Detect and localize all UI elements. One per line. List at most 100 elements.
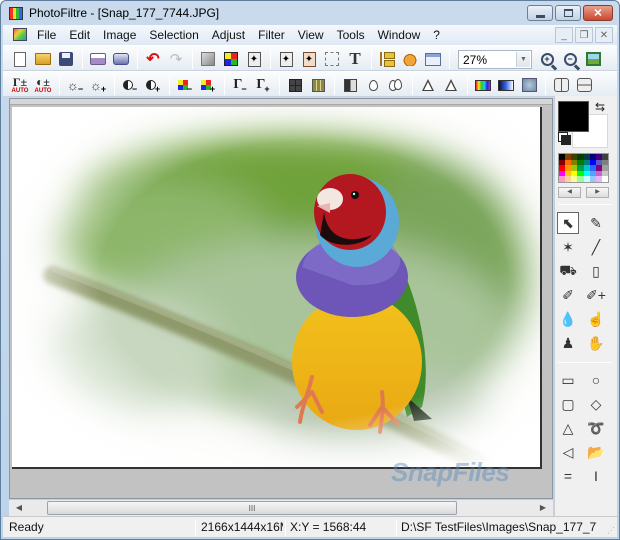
document-system-menu-icon[interactable] [13,28,27,41]
menu-selection[interactable]: Selection [149,28,198,42]
select-tool-button[interactable]: ⬉ [557,212,579,234]
color-swatch[interactable] [601,176,608,182]
auto-levels-button[interactable]: Γ± AUTO [9,75,31,95]
zoom-level-select[interactable]: 27% ▼ [458,49,532,69]
blur-button[interactable] [362,75,384,95]
maximize-button[interactable] [555,5,581,21]
hand-tool-button[interactable]: ✋ [585,332,607,354]
line-tool-button[interactable]: ╱ [585,236,607,258]
automation-button[interactable]: ✦ [243,49,265,69]
load-shape-button[interactable]: 📂 [585,441,607,463]
save-button[interactable] [55,49,77,69]
saturation-minus-button[interactable]: − [174,75,196,95]
ellipse-shape-button[interactable]: ○ [585,369,607,391]
menu-window[interactable]: Window [378,28,421,42]
swap-colors-icon[interactable]: ⇆ [595,100,605,114]
minimize-button[interactable] [527,5,553,21]
redo-button[interactable]: ↷ [165,49,187,69]
rectangle-shape-button[interactable]: ▭ [557,369,579,391]
sharpen-button[interactable] [417,75,439,95]
rounded-rect-shape-button[interactable]: ▢ [557,393,579,415]
menu-edit[interactable]: Edit [69,28,90,42]
image-frame-button[interactable]: ✦ [298,49,320,69]
ellipse-shape-icon: ○ [591,372,601,388]
menu-tools[interactable]: Tools [337,28,365,42]
foreground-color-swatch[interactable] [558,101,589,132]
undo-button[interactable]: ↶ [142,49,164,69]
palette-next-button[interactable]: ▶ [586,187,609,198]
resize-grip-icon[interactable]: ⋰ [607,526,615,535]
main-toolbar: ↶ ↷ ✦ ✦ ✦ T 27% ▼ + − [3,45,617,71]
mosaic-filter-button[interactable] [307,75,329,95]
brush-tool-button[interactable]: ✐ [557,284,579,306]
menu-image[interactable]: Image [103,28,136,42]
scroll-right-arrow-icon[interactable]: ▶ [535,501,551,515]
zoom-in-button[interactable]: + [536,49,558,69]
auto-contrast-button[interactable]: ◐± AUTO [32,75,54,95]
scroll-left-arrow-icon[interactable]: ◀ [11,501,27,515]
blur-drop-tool-button[interactable]: 💧 [557,308,579,330]
smudge-tool-button[interactable]: ☝ [585,308,607,330]
spray-tool-button[interactable]: ▯ [585,260,607,282]
magic-wand-tool-button[interactable]: ✶ [557,236,579,258]
diamond-shape-button[interactable]: ◇ [585,393,607,415]
menu-adjust[interactable]: Adjust [212,28,245,42]
doc-close-button[interactable]: ✕ [595,27,613,43]
scan-button[interactable] [110,49,132,69]
selection-vertical-button[interactable]: I [585,465,607,487]
saturation-plus-button[interactable]: + [197,75,219,95]
gamma-minus-button[interactable]: Γ − [229,75,251,95]
menu-view[interactable]: View [298,28,324,42]
new-document-button[interactable] [9,49,31,69]
advanced-brush-tool-button[interactable]: ✐+ [585,284,607,306]
brightness-minus-button[interactable]: ☼ − [64,75,86,95]
flip-vertical-button[interactable] [573,75,595,95]
menu-filter[interactable]: Filter [258,28,285,42]
color-count-button[interactable] [220,49,242,69]
duplicate-button[interactable]: ✦ [275,49,297,69]
toolbar-separator [467,75,468,95]
contrast-minus-button[interactable]: − [119,75,141,95]
sharpen-more-button[interactable] [440,75,462,95]
selection-horizontal-button[interactable]: = [557,465,579,487]
palette-prev-button[interactable]: ◀ [558,187,581,198]
zoom-out-button[interactable]: − [559,49,581,69]
chevron-down-icon[interactable]: ▼ [516,51,530,67]
horizontal-scrollbar[interactable]: ◀ III ▶ [9,499,553,516]
color-picker-tool-button[interactable]: ✎ [585,212,607,234]
fill-bucket-tool-button[interactable]: ⛟ [557,260,579,282]
clone-stamp-tool-button[interactable]: ♟ [557,332,579,354]
flip-horizontal-button[interactable] [550,75,572,95]
polygon-lasso-shape-button[interactable]: ◁ [557,441,579,463]
color-gradient-button[interactable] [495,75,517,95]
fit-to-window-button[interactable] [582,49,604,69]
image-canvas[interactable] [12,107,542,469]
lasso-shape-button[interactable]: ➰ [585,417,607,439]
text-button[interactable]: T [344,49,366,69]
contrast-filter-button[interactable] [339,75,361,95]
doc-minimize-button[interactable]: _ [555,27,573,43]
scrollbar-thumb[interactable]: III [47,501,457,515]
default-colors-icon[interactable] [561,135,571,145]
grayscale-button[interactable] [197,49,219,69]
open-button[interactable] [32,49,54,69]
window-mode-button[interactable] [422,49,444,69]
contrast-plus-button[interactable]: + [142,75,164,95]
menu-help[interactable]: ? [433,28,440,42]
triangle-shape-button[interactable]: △ [557,417,579,439]
selection-transform-button[interactable] [321,49,343,69]
print-button[interactable] [87,49,109,69]
close-button[interactable]: ✕ [583,5,613,21]
rectangle-shape-icon: ▭ [561,371,575,388]
doc-restore-button[interactable]: ❐ [575,27,593,43]
brightness-plus-button[interactable]: ☼ + [87,75,109,95]
blur-more-button[interactable] [385,75,407,95]
explorer-button[interactable] [376,49,398,69]
gamma-plus-button[interactable]: Γ + [252,75,274,95]
rainbow-gradient-button[interactable] [472,75,494,95]
open-folder-icon [35,53,51,65]
texture-button[interactable] [518,75,540,95]
grid-filter-button[interactable] [284,75,306,95]
menu-file[interactable]: File [37,28,56,42]
plugins-button[interactable] [399,49,421,69]
